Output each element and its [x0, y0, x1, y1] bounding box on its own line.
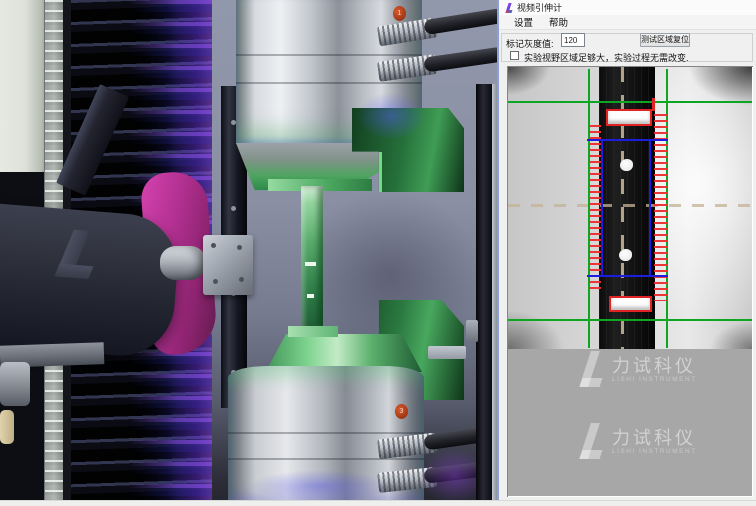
gray-value-input[interactable] — [561, 33, 585, 47]
window-title: 视频引伸计 — [517, 1, 562, 14]
gauge-rect-top-line[interactable] — [587, 139, 668, 141]
edge-hatch-left — [589, 125, 601, 293]
lishi-machine-logo — [46, 228, 102, 280]
specimen-dot-lower — [619, 249, 632, 261]
lower-clamp-tab — [288, 326, 338, 337]
grip-marker-dot-bottom: 3 — [395, 404, 408, 419]
background-post — [476, 84, 492, 506]
center-dashed-hline — [508, 204, 752, 207]
gauge-rect-right-line[interactable] — [649, 139, 651, 277]
menu-settings[interactable]: 设置 — [507, 14, 540, 30]
yellow-roller — [0, 410, 14, 444]
watermark-en-text: LISHI INSTRUMENT — [612, 376, 697, 383]
machine-photo: 1 3 — [0, 0, 497, 506]
adjustment-knob — [160, 246, 206, 280]
menu-bar: 设置 帮助 — [499, 15, 756, 30]
wall-hinge — [466, 320, 478, 342]
camera-view-panel[interactable]: 力试科仪 LISHI INSTRUMENT 力试科仪 LISHI INSTRUM… — [507, 66, 753, 497]
green-hline-bottom — [508, 319, 752, 321]
rail-bracket — [203, 235, 253, 295]
view-area-checkbox-label: 实验视野区域足够大，实验过程无需改变. — [524, 51, 689, 64]
red-tick — [652, 98, 655, 111]
menu-help[interactable]: 帮助 — [542, 14, 575, 30]
small-cylinder — [0, 362, 30, 406]
specimen-dot-upper — [620, 159, 633, 171]
blue-glow-lower — [250, 470, 390, 502]
gray-value-label: 标记灰度值: — [506, 37, 554, 50]
lishi-watermark-logo — [575, 423, 605, 459]
view-area-checkbox[interactable] — [510, 51, 519, 60]
watermark-2: 力试科仪 LISHI INSTRUMENT — [575, 423, 697, 459]
camera-feed — [508, 67, 752, 349]
wall-bracket-bar — [428, 346, 466, 359]
grip-marker-dot-top: 1 — [393, 6, 406, 21]
specimen-strip — [301, 186, 323, 328]
machine-column-light — [0, 0, 46, 178]
extensometer-window: 视频引伸计 设置 帮助 标记灰度值: 测试区域复位 实验视野区域足够大，实验过程… — [497, 0, 756, 506]
watermark-cn-text: 力试科仪 — [612, 428, 697, 448]
blue-glow-upper — [356, 92, 426, 140]
hose-top-1 — [423, 8, 497, 35]
edge-hatch-right — [654, 114, 667, 301]
reset-test-area-button[interactable]: 测试区域复位 — [640, 33, 690, 47]
lishi-watermark-logo — [575, 351, 605, 387]
tracking-marker-bottom[interactable] — [609, 296, 652, 312]
green-hline-top — [508, 101, 752, 103]
watermark-cn-text: 力试科仪 — [612, 356, 697, 376]
app-logo-icon — [504, 3, 513, 13]
title-bar: 视频引伸计 — [499, 0, 756, 15]
hose-top-2 — [423, 47, 497, 73]
gauge-rect-bottom-line[interactable] — [587, 275, 668, 277]
tracking-marker-top[interactable] — [606, 109, 652, 126]
watermark-1: 力试科仪 LISHI INSTRUMENT — [575, 351, 697, 387]
screen: 1 3 视频引伸计 — [0, 0, 756, 506]
gauge-rect-left-line[interactable] — [601, 139, 603, 277]
extensometer-camera-body — [0, 203, 181, 360]
watermark-en-text: LISHI INSTRUMENT — [612, 448, 697, 455]
window-frame-bottom — [0, 500, 756, 506]
